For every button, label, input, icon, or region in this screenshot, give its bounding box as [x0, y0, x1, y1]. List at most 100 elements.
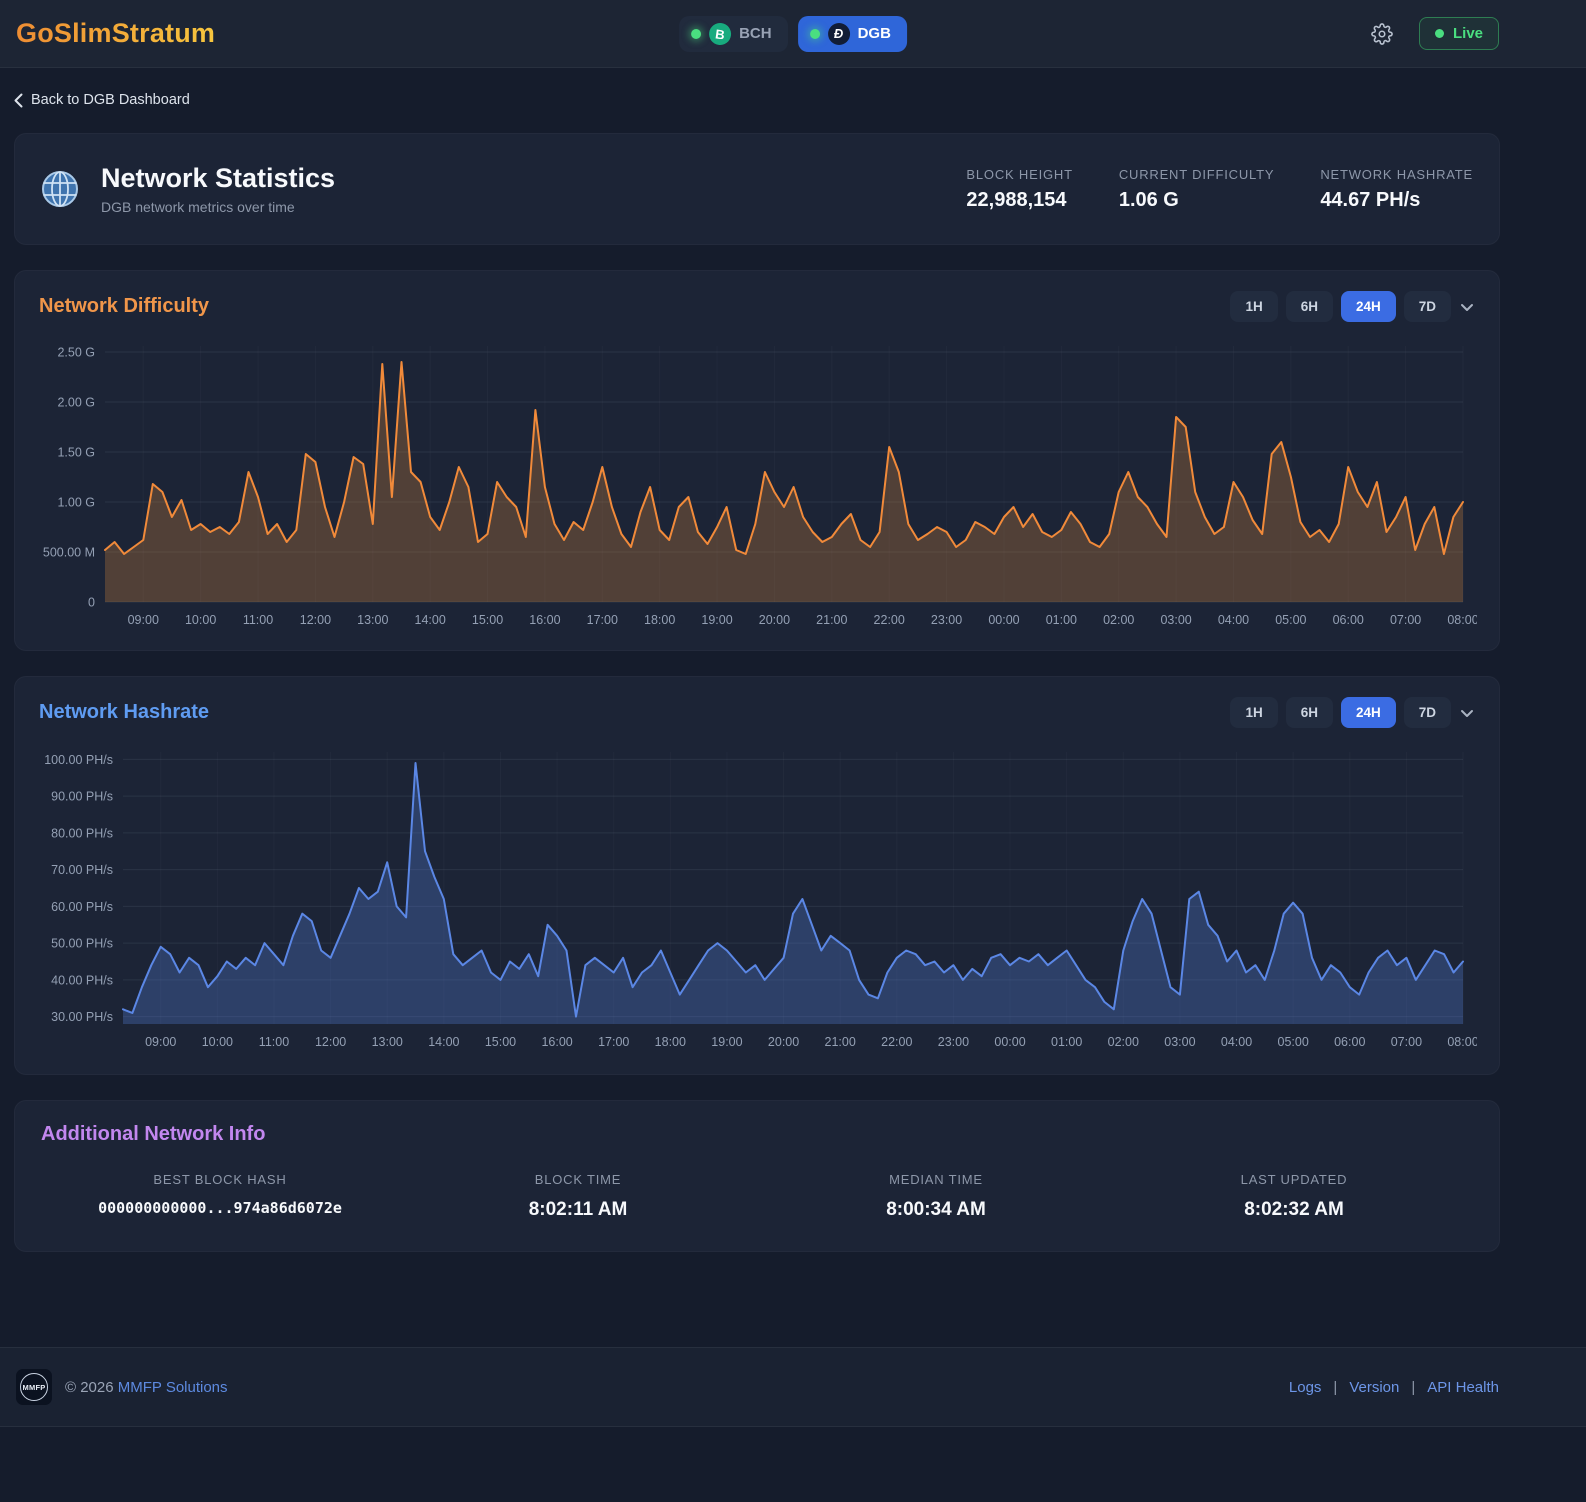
- footer-link-version[interactable]: Version: [1349, 1379, 1399, 1396]
- range-button-6h[interactable]: 6H: [1285, 697, 1333, 728]
- svg-text:13:00: 13:00: [372, 1035, 403, 1049]
- live-label: Live: [1452, 25, 1483, 42]
- svg-text:2.50 G: 2.50 G: [57, 346, 95, 360]
- svg-text:19:00: 19:00: [711, 1035, 742, 1049]
- svg-text:22:00: 22:00: [874, 613, 905, 627]
- svg-text:05:00: 05:00: [1278, 1035, 1309, 1049]
- copyright-prefix: © 2026: [65, 1378, 114, 1396]
- svg-text:14:00: 14:00: [428, 1035, 459, 1049]
- svg-text:09:00: 09:00: [128, 613, 159, 627]
- svg-text:500.00 M: 500.00 M: [43, 546, 95, 560]
- back-to-dashboard-link[interactable]: Back to DGB Dashboard: [14, 92, 190, 108]
- svg-text:10:00: 10:00: [185, 613, 216, 627]
- network-hashrate-card: Network Hashrate 1H 6H 24H 7D 30.00 PH/s 40.…: [14, 676, 1500, 1075]
- stat-label: BLOCK HEIGHT: [966, 166, 1073, 182]
- page-subtitle: DGB network metrics over time: [101, 199, 295, 216]
- hashrate-time-range-group: 1H 6H 24H 7D: [1230, 697, 1451, 728]
- difficulty-time-range-group: 1H 6H 24H 7D: [1230, 291, 1451, 322]
- company-link[interactable]: MMFP Solutions: [118, 1379, 228, 1396]
- difficulty-chart-title: Network Difficulty: [39, 295, 210, 317]
- live-dot-icon: [1434, 29, 1444, 38]
- svg-text:08:00: 08:00: [1447, 613, 1477, 627]
- hashrate-chart: 30.00 PH/s 40.00 PH/s 50.00 PH/s 60.00 PH/s…: [44, 752, 1477, 1049]
- info-block-time: BLOCK TIME 8:02:11 AM: [399, 1172, 757, 1221]
- stat-label: CURRENT DIFFICULTY: [1118, 166, 1275, 182]
- svg-text:14:00: 14:00: [415, 613, 446, 627]
- range-button-1h[interactable]: 1H: [1230, 697, 1278, 728]
- svg-text:20:00: 20:00: [768, 1035, 799, 1049]
- svg-text:11:00: 11:00: [243, 613, 273, 627]
- svg-text:18:00: 18:00: [644, 613, 675, 627]
- svg-text:06:00: 06:00: [1334, 1035, 1365, 1049]
- app-logo[interactable]: GoSlimStratum: [16, 18, 215, 49]
- svg-text:02:00: 02:00: [1108, 1035, 1139, 1049]
- svg-text:05:00: 05:00: [1275, 613, 1306, 627]
- stat-block-height: BLOCK HEIGHT 22,988,154: [966, 167, 1072, 212]
- gear-icon[interactable]: [1371, 22, 1393, 45]
- dgb-status-dot: [809, 28, 820, 39]
- svg-text:04:00: 04:00: [1221, 1035, 1252, 1049]
- svg-text:16:00: 16:00: [541, 1035, 572, 1049]
- difficulty-chart: 0 500.00 M 1.00 G 1.50 G 2.00 G 2.50 G 09:00 10…: [43, 346, 1477, 628]
- info-value: 8:02:11 AM: [528, 1199, 628, 1220]
- additional-network-info-card: Additional Network Info BEST BLOCK HASH …: [14, 1100, 1500, 1252]
- chevron-down-icon[interactable]: [1459, 299, 1475, 315]
- footer-separator: |: [1333, 1378, 1338, 1396]
- svg-text:70.00 PH/s: 70.00 PH/s: [51, 863, 113, 877]
- stat-current-difficulty: CURRENT DIFFICULTY 1.06 G: [1119, 167, 1274, 212]
- coin-bch-button[interactable]: B BCH: [679, 15, 788, 52]
- footer-separator: |: [1411, 1378, 1416, 1396]
- footer-link-api-health[interactable]: API Health: [1427, 1379, 1499, 1396]
- additional-info-grid: BEST BLOCK HASH 000000000000...974a86d60…: [41, 1172, 1473, 1221]
- info-label: BLOCK TIME: [534, 1172, 622, 1187]
- coin-dgb-button[interactable]: Đ DGB: [797, 15, 907, 52]
- svg-text:15:00: 15:00: [472, 613, 503, 627]
- live-badge[interactable]: Live: [1418, 17, 1499, 50]
- svg-text:0: 0: [88, 596, 95, 610]
- footer-link-logs[interactable]: Logs: [1289, 1379, 1322, 1396]
- svg-text:10:00: 10:00: [202, 1035, 233, 1049]
- svg-text:12:00: 12:00: [315, 1035, 346, 1049]
- bch-label: BCH: [739, 25, 772, 42]
- page-title: Network Statistics: [101, 162, 336, 193]
- stat-value: 1.06 G: [1118, 188, 1179, 211]
- app-header: GoSlimStratum B BCH Đ DGB Live: [0, 0, 1586, 68]
- svg-text:30.00 PH/s: 30.00 PH/s: [51, 1010, 113, 1024]
- svg-text:23:00: 23:00: [938, 1035, 969, 1049]
- info-value: 8:00:34 AM: [886, 1199, 986, 1220]
- mmfp-logo-icon: MMFP: [16, 1369, 52, 1405]
- range-button-24h[interactable]: 24H: [1340, 697, 1396, 728]
- svg-text:21:00: 21:00: [816, 613, 847, 627]
- dgb-label: DGB: [857, 25, 891, 42]
- globe-icon: [42, 171, 78, 207]
- info-label: MEDIAN TIME: [889, 1172, 983, 1187]
- svg-text:22:00: 22:00: [881, 1035, 912, 1049]
- svg-text:1.50 G: 1.50 G: [57, 446, 95, 460]
- stat-value: 44.67 PH/s: [1320, 188, 1421, 211]
- range-button-1h[interactable]: 1H: [1230, 291, 1278, 322]
- back-label: Back to DGB Dashboard: [31, 92, 190, 108]
- svg-text:50.00 PH/s: 50.00 PH/s: [51, 937, 113, 951]
- svg-text:08:00: 08:00: [1447, 1035, 1477, 1049]
- svg-text:60.00 PH/s: 60.00 PH/s: [51, 900, 113, 914]
- bch-coin-icon: B: [707, 21, 733, 46]
- svg-text:17:00: 17:00: [587, 613, 618, 627]
- svg-text:1.00 G: 1.00 G: [57, 496, 95, 510]
- range-button-24h[interactable]: 24H: [1340, 291, 1396, 322]
- coin-toggle: B BCH Đ DGB: [679, 15, 907, 52]
- range-button-7d[interactable]: 7D: [1403, 697, 1451, 728]
- svg-text:01:00: 01:00: [1046, 613, 1077, 627]
- additional-info-title: Additional Network Info: [41, 1123, 266, 1145]
- range-button-7d[interactable]: 7D: [1403, 291, 1451, 322]
- range-button-6h[interactable]: 6H: [1285, 291, 1333, 322]
- stat-network-hashrate: NETWORK HASHRATE 44.67 PH/s: [1320, 167, 1473, 212]
- svg-text:07:00: 07:00: [1390, 613, 1421, 627]
- svg-text:40.00 PH/s: 40.00 PH/s: [51, 973, 113, 987]
- svg-text:00:00: 00:00: [988, 613, 1019, 627]
- svg-text:80.00 PH/s: 80.00 PH/s: [51, 826, 113, 840]
- svg-text:03:00: 03:00: [1160, 613, 1191, 627]
- network-difficulty-card: Network Difficulty 1H 6H 24H 7D 0 500.00 M 1.…: [14, 270, 1500, 651]
- svg-text:23:00: 23:00: [931, 613, 962, 627]
- svg-text:21:00: 21:00: [825, 1035, 856, 1049]
- chevron-down-icon[interactable]: [1459, 705, 1475, 721]
